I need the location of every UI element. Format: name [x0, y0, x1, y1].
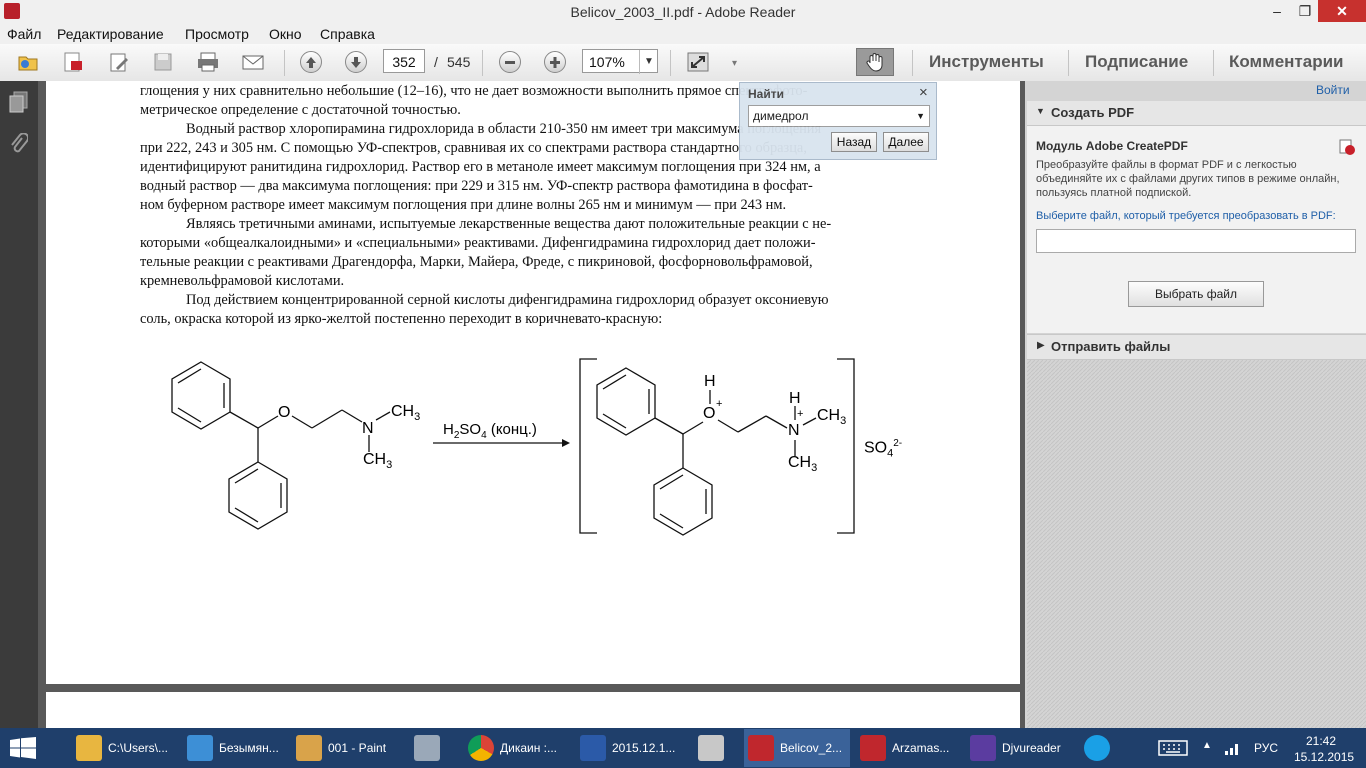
ammonium-nitrogen-label: N	[788, 422, 800, 439]
taskbar-item-app[interactable]	[694, 729, 734, 767]
expanded-arrow-icon: ▼	[1036, 106, 1045, 116]
send-files-header[interactable]: ▶ Отправить файлы	[1027, 334, 1366, 360]
choose-prompt: Выберите файл, который требуется преобра…	[1036, 210, 1336, 222]
plus-charge: +	[797, 408, 804, 420]
reagent-label: H2SO4 (конц.)	[443, 421, 537, 441]
taskbar-item-arzamas[interactable]: Arzamas...	[856, 729, 960, 767]
methyl-label: CH3	[817, 407, 847, 428]
find-back-button[interactable]: Назад	[831, 132, 877, 152]
chrome-icon	[468, 735, 494, 761]
network-icon[interactable]	[1224, 740, 1242, 761]
methyl-label: CH3	[788, 454, 818, 475]
collapsed-arrow-icon: ▶	[1037, 340, 1045, 351]
taskbar-item-chrome[interactable]: Дикаин :...	[464, 729, 570, 767]
benzene-ring	[171, 361, 231, 430]
taskbar-item-untitled[interactable]: Безымян...	[183, 729, 288, 767]
oxygen-label: O	[278, 404, 291, 421]
calculator-icon	[414, 735, 440, 761]
pane-background-pattern	[1027, 360, 1366, 728]
plus-charge: +	[716, 398, 723, 410]
find-query: димедрол	[753, 109, 809, 123]
language-indicator[interactable]: РУС	[1254, 741, 1278, 755]
methyl-label: CH3	[363, 451, 393, 472]
sulfate-label: SO42-	[864, 438, 903, 460]
taskbar-item-skype[interactable]	[1080, 729, 1120, 767]
taskbar-item-paint[interactable]: 001 - Paint	[292, 729, 400, 767]
oxonium-oxygen-label: O	[703, 405, 716, 422]
pdf-icon	[860, 735, 886, 761]
notepad-icon	[187, 735, 213, 761]
hydrogen-label: H	[789, 390, 801, 407]
pdf-icon	[748, 735, 774, 761]
send-files-title: Отправить файлы	[1051, 339, 1171, 354]
module-description: Преобразуйте файлы в формат PDF и с легк…	[1036, 159, 1340, 199]
find-title: Найти	[748, 87, 784, 101]
file-path-input[interactable]	[1036, 229, 1356, 253]
nitrogen-label: N	[362, 420, 374, 437]
module-title: Модуль Adobe CreatePDF	[1036, 139, 1188, 153]
windows-start-icon[interactable]	[10, 737, 36, 764]
hydrogen-label: H	[704, 373, 716, 390]
taskbar: C:\Users\... Безымян... 001 - Paint Дика…	[0, 728, 1366, 768]
djvu-icon	[970, 735, 996, 761]
find-next-button[interactable]: Далее	[883, 132, 929, 152]
taskbar-item-calculator[interactable]	[410, 729, 450, 767]
choose-file-button[interactable]: Выбрать файл	[1128, 281, 1264, 307]
tray-expand-icon[interactable]: ▲	[1202, 740, 1212, 751]
clock-time[interactable]: 21:42	[1306, 734, 1336, 748]
chevron-down-icon[interactable]: ▼	[916, 106, 925, 126]
benzene-ring	[596, 367, 656, 436]
taskbar-item-explorer[interactable]: C:\Users\...	[72, 729, 180, 767]
reaction-arrowhead	[562, 439, 570, 447]
benzene-ring	[653, 467, 713, 536]
methyl-label: CH3	[391, 403, 421, 424]
create-pdf-title: Создать PDF	[1051, 105, 1135, 120]
benzene-ring	[228, 461, 288, 530]
find-dialog: Найти × димедрол ▼ Назад Далее	[739, 82, 937, 160]
skype-icon	[1084, 735, 1110, 761]
clock-date[interactable]: 15.12.2015	[1294, 750, 1354, 764]
paint-icon	[296, 735, 322, 761]
keyboard-icon[interactable]	[1158, 740, 1188, 761]
chemsketch-icon	[698, 735, 724, 761]
create-pdf-header[interactable]: ▼ Создать PDF	[1027, 101, 1366, 126]
taskbar-item-word[interactable]: 2015.12.1...	[576, 729, 684, 767]
taskbar-item-djvureader[interactable]: Djvureader	[966, 729, 1072, 767]
find-close-icon[interactable]: ×	[919, 84, 928, 101]
folder-icon	[76, 735, 102, 761]
taskbar-item-belicov[interactable]: Belicov_2...	[744, 729, 850, 767]
word-icon	[580, 735, 606, 761]
signin-link[interactable]: Войти	[1316, 83, 1350, 97]
find-input[interactable]: димедрол ▼	[748, 105, 930, 127]
